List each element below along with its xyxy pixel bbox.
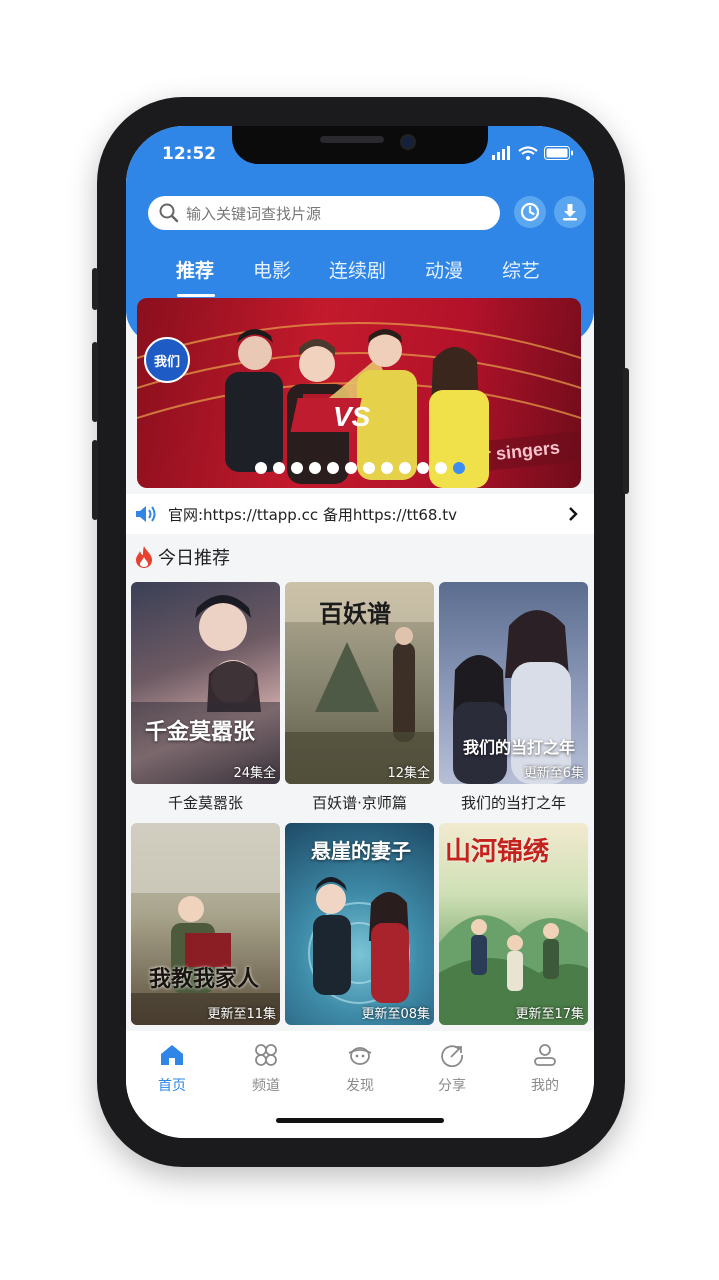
video-card[interactable]: 百妖谱 12集全 百妖谱·京师篇 [285,582,434,813]
status-icons [492,146,574,160]
poster-image: 百妖谱 12集全 [285,582,434,784]
tab-anime[interactable]: 动漫 [425,256,463,283]
signal-icon [492,146,510,160]
tab-recommend[interactable]: 推荐 [176,256,214,283]
carousel-dot[interactable] [273,462,285,474]
speaker-icon [136,506,156,522]
video-card[interactable]: 我教我家人 更新至11集 [131,823,280,1033]
video-title: 我们的当打之年 [460,794,566,812]
carousel-dot[interactable] [417,462,429,474]
tabbar-label: 我的 [531,1078,559,1094]
poster-title-text: 我教我家人 [149,966,260,992]
video-title: 百妖谱·京师篇 [312,794,407,812]
share-icon [441,1045,463,1068]
carousel-dot[interactable] [255,462,267,474]
home-indicator [276,1118,444,1123]
poster-image: 我教我家人 更新至11集 [131,823,280,1025]
episode-badge: 更新至08集 [361,1007,430,1022]
wifi-icon [518,146,538,160]
video-card[interactable]: 悬崖的妻子 更新至08集 [285,823,434,1033]
episode-badge: 更新至11集 [207,1007,276,1022]
tabbar-mine[interactable]: 我的 [515,1043,575,1095]
notch [232,126,488,164]
video-card[interactable]: 千金莫嚣张 24集全 千金莫嚣张 [131,582,280,813]
episode-badge: 更新至6集 [523,766,584,781]
carousel-dot[interactable] [345,462,357,474]
search-input[interactable]: 输入关键词查找片源 [148,196,500,230]
carousel-dot-active[interactable] [453,462,465,474]
tab-variety[interactable]: 综艺 [502,256,540,283]
category-tabs: 推荐 电影 连续剧 动漫 综艺 [126,256,594,290]
poster-title-text: 百妖谱 [319,599,391,628]
tabbar-label: 频道 [252,1078,280,1094]
tabbar-share[interactable]: 分享 [422,1043,482,1095]
banner-carousel[interactable]: singer singers 我们 VS [137,298,581,488]
app-screen: 12:52 输入关键词查找片源 推荐 电影 连续剧 动漫 综艺 singer s… [126,126,594,1138]
carousel-dot[interactable] [327,462,339,474]
episode-badge: 更新至17集 [515,1007,584,1022]
download-icon [563,204,577,221]
tabbar-home[interactable]: 首页 [142,1043,202,1095]
poster-title-text: 悬崖的妻子 [311,839,411,863]
carousel-dot[interactable] [399,462,411,474]
banner-vs-text: VS [333,401,371,432]
notice-text: 官网:https://ttapp.cc 备用https://tt68.tv [168,505,457,524]
tabbar-label: 发现 [346,1078,374,1094]
video-title: 千金莫嚣张 [167,794,243,812]
tabbar-label: 分享 [438,1078,466,1094]
user-icon [534,1044,556,1066]
poster-image: 我们的当打之年 更新至6集 [439,582,588,784]
section-title: 今日推荐 [158,548,230,569]
carousel-dots [255,462,465,474]
history-button[interactable] [514,196,546,228]
front-camera [400,134,416,150]
poster-image: 悬崖的妻子 更新至08集 [285,823,434,1025]
active-tab-indicator [177,294,215,297]
speaker [320,136,384,143]
channel-icon [255,1044,277,1066]
carousel-dot[interactable] [309,462,321,474]
mute-switch [92,268,98,310]
video-card[interactable]: 我们的当打之年 更新至6集 我们的当打之年 [439,582,588,813]
poster-title-text: 千金莫嚣张 [145,719,256,745]
poster-image: 山河锦绣 更新至17集 [439,823,588,1025]
video-card[interactable]: 山河锦绣 更新至17集 [439,823,588,1033]
svg-text:我们: 我们 [154,354,180,370]
power-button [623,368,629,494]
banner-artwork: singer singers 我们 VS [137,322,581,488]
performer-1 [225,329,283,472]
carousel-dot[interactable] [363,462,375,474]
tabbar-label: 首页 [158,1078,186,1094]
fire-icon [136,546,152,568]
battery-icon [544,146,573,160]
chevron-right-icon[interactable] [566,506,580,522]
search-placeholder: 输入关键词查找片源 [186,204,322,223]
history-icon [520,202,540,222]
status-time: 12:52 [162,144,217,164]
carousel-dot[interactable] [381,462,393,474]
home-icon [161,1045,183,1065]
search-icon [159,203,179,223]
poster-title-text: 我们的当打之年 [463,738,576,757]
poster-title-text: 山河锦绣 [445,837,550,867]
download-button[interactable] [554,196,586,228]
tab-movie[interactable]: 电影 [253,256,291,283]
carousel-dot[interactable] [435,462,447,474]
volume-down-button [92,440,98,520]
discover-icon [348,1047,372,1065]
tabbar-discover[interactable]: 发现 [330,1043,390,1095]
episode-badge: 24集全 [233,766,276,781]
tabbar-channel[interactable]: 频道 [236,1043,296,1095]
notice-bar[interactable]: 官网:https://ttapp.cc 备用https://tt68.tv [126,494,594,534]
volume-up-button [92,342,98,422]
episode-badge: 12集全 [387,766,430,781]
tab-series[interactable]: 连续剧 [329,256,386,283]
poster-image: 千金莫嚣张 24集全 [131,582,280,784]
carousel-dot[interactable] [291,462,303,474]
section-header: 今日推荐 [134,544,230,570]
